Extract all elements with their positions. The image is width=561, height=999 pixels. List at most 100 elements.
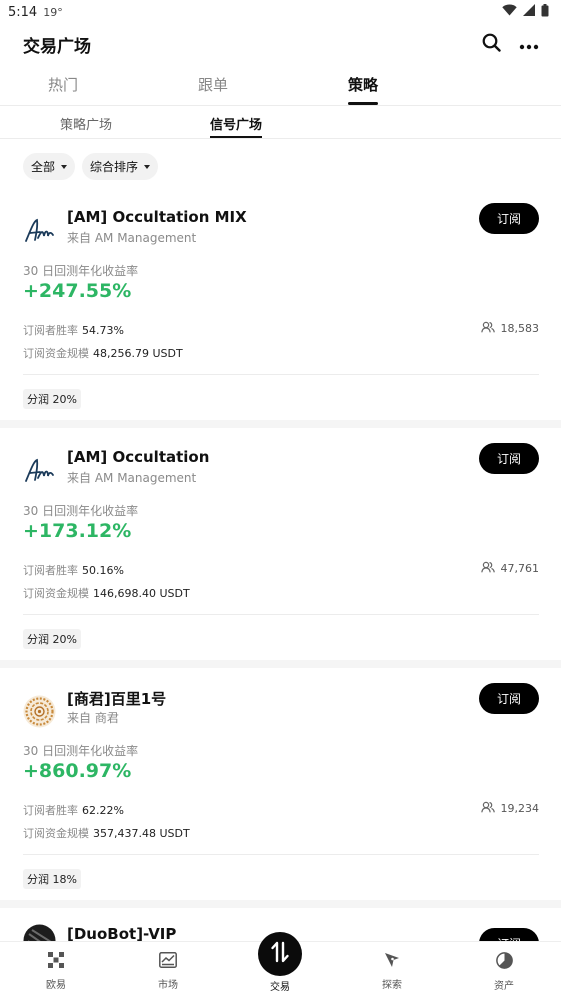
nav-label-assets: 资产 — [494, 981, 514, 992]
win-rate-label: 订阅者胜率 — [23, 804, 78, 817]
subscriber-count: 47,761 — [480, 561, 540, 576]
ornament-logo-icon — [23, 695, 56, 728]
fund-label: 订阅资金规模 — [23, 587, 89, 600]
fund-value: 48,256.79 USDT — [93, 347, 183, 360]
pie-icon — [495, 952, 513, 972]
dark-avatar-icon — [23, 924, 56, 941]
subscriber-count-value: 47,761 — [500, 562, 540, 575]
sub-tabs: 策略广场 信号广场 — [0, 106, 561, 139]
fund-value: 357,437.48 USDT — [93, 827, 190, 840]
wifi-icon — [502, 4, 517, 20]
tab-strategy[interactable]: 策略 — [348, 74, 378, 95]
profit-share-badge: 分润 18% — [23, 869, 81, 889]
strategy-name[interactable]: [AM] Occultation MIX — [67, 208, 247, 226]
signal-card[interactable]: [AM] Occultation MIX 来自 AM Management 订阅… — [0, 203, 561, 428]
strategy-source: 来自 商君 — [67, 711, 119, 725]
compass-icon — [384, 952, 400, 971]
tab-strategy-underline — [348, 102, 378, 105]
filter-all[interactable]: 全部 — [23, 153, 76, 180]
trade-icon — [270, 941, 290, 967]
app-header: 交易广场 — [0, 28, 561, 60]
tab-hot[interactable]: 热门 — [48, 74, 78, 95]
subscriber-count-value: 18,583 — [500, 322, 540, 335]
subscribe-button[interactable]: 订阅 — [479, 683, 539, 714]
strategy-source: 来自 AM Management — [67, 231, 197, 245]
win-rate-value: 62.22% — [82, 804, 124, 817]
card-separator — [0, 900, 561, 908]
subscriber-count-value: 19,234 — [500, 802, 540, 815]
annualized-return: +173.12% — [23, 520, 132, 542]
more-icon[interactable] — [519, 35, 539, 54]
subscriber-count: 18,583 — [480, 321, 540, 336]
battery-icon — [541, 3, 549, 21]
fund-value: 146,698.40 USDT — [93, 587, 190, 600]
signature-logo-icon — [23, 455, 56, 488]
divider — [23, 854, 539, 855]
nav-item-okx[interactable]: 欧易 — [26, 952, 86, 991]
okx-icon — [48, 952, 64, 971]
metric-label: 30 日回测年化收益率 — [23, 264, 139, 278]
fund-row: 订阅资金规模 48,256.79 USDT — [23, 345, 183, 361]
status-bar: 5:14 19° — [0, 0, 561, 24]
caret-down-icon — [61, 164, 68, 169]
win-rate-value: 50.16% — [82, 564, 124, 577]
card-separator — [0, 660, 561, 668]
strategy-name[interactable]: [DuoBot]-VIP — [67, 925, 176, 941]
win-rate-row: 订阅者胜率 50.16% — [23, 562, 124, 578]
fund-row: 订阅资金规模 146,698.40 USDT — [23, 585, 190, 601]
strategy-name[interactable]: [商君]百里1号 — [67, 688, 166, 709]
users-icon — [480, 321, 495, 336]
metric-label: 30 日回测年化收益率 — [23, 504, 139, 518]
filter-sort[interactable]: 综合排序 — [82, 153, 159, 180]
status-time: 5:14 — [8, 4, 38, 20]
tab-copy-trading[interactable]: 跟单 — [198, 74, 228, 95]
divider — [23, 614, 539, 615]
fund-row: 订阅资金规模 357,437.48 USDT — [23, 825, 190, 841]
nav-label-market: 市场 — [158, 980, 178, 991]
tab-signal-square[interactable]: 信号广场 — [210, 114, 262, 133]
divider — [23, 374, 539, 375]
trade-button[interactable] — [258, 932, 302, 976]
nav-label-okx: 欧易 — [46, 980, 66, 991]
nav-label-trade: 交易 — [270, 982, 290, 993]
win-rate-row: 订阅者胜率 54.73% — [23, 322, 124, 338]
users-icon — [480, 801, 495, 816]
chart-icon — [159, 952, 177, 971]
caret-down-icon — [144, 164, 151, 169]
signal-card[interactable]: [商君]百里1号 来自 商君 订阅 30 日回测年化收益率 +860.97% 订… — [0, 683, 561, 908]
profit-share-badge: 分润 20% — [23, 629, 81, 649]
nav-item-assets[interactable]: 资产 — [474, 952, 534, 992]
win-rate-label: 订阅者胜率 — [23, 564, 78, 577]
nav-item-market[interactable]: 市场 — [138, 952, 198, 991]
fund-label: 订阅资金规模 — [23, 347, 89, 360]
nav-label-explore: 探索 — [382, 980, 402, 991]
annualized-return: +860.97% — [23, 760, 132, 782]
tab-signal-square-underline — [210, 136, 262, 138]
filter-bar: 全部 综合排序 — [23, 153, 159, 180]
status-temperature: 19° — [43, 5, 63, 19]
win-rate-label: 订阅者胜率 — [23, 324, 78, 337]
subscribe-button[interactable]: 订阅 — [479, 443, 539, 474]
main-tabs: 热门 跟单 策略 — [0, 66, 561, 106]
strategy-name[interactable]: [AM] Occultation — [67, 448, 209, 466]
filter-all-label: 全部 — [31, 160, 56, 174]
profit-share-badge: 分润 20% — [23, 389, 81, 409]
win-rate-value: 54.73% — [82, 324, 124, 337]
tab-strategy-square[interactable]: 策略广场 — [60, 114, 112, 133]
page-title: 交易广场 — [23, 36, 91, 57]
signal-icon — [523, 4, 535, 20]
nav-item-trade[interactable]: 交易 — [250, 978, 310, 993]
subscribe-button[interactable]: 订阅 — [479, 928, 539, 941]
metric-label: 30 日回测年化收益率 — [23, 744, 139, 758]
subscriber-count: 19,234 — [480, 801, 540, 816]
fund-label: 订阅资金规模 — [23, 827, 89, 840]
subscribe-button[interactable]: 订阅 — [479, 203, 539, 234]
search-icon[interactable] — [482, 33, 501, 56]
signature-logo-icon — [23, 215, 56, 248]
annualized-return: +247.55% — [23, 280, 132, 302]
signal-card[interactable]: [AM] Occultation 来自 AM Management 订阅 30 … — [0, 443, 561, 668]
nav-item-explore[interactable]: 探索 — [362, 952, 422, 991]
strategy-source: 来自 AM Management — [67, 471, 197, 485]
users-icon — [480, 561, 495, 576]
card-separator — [0, 420, 561, 428]
